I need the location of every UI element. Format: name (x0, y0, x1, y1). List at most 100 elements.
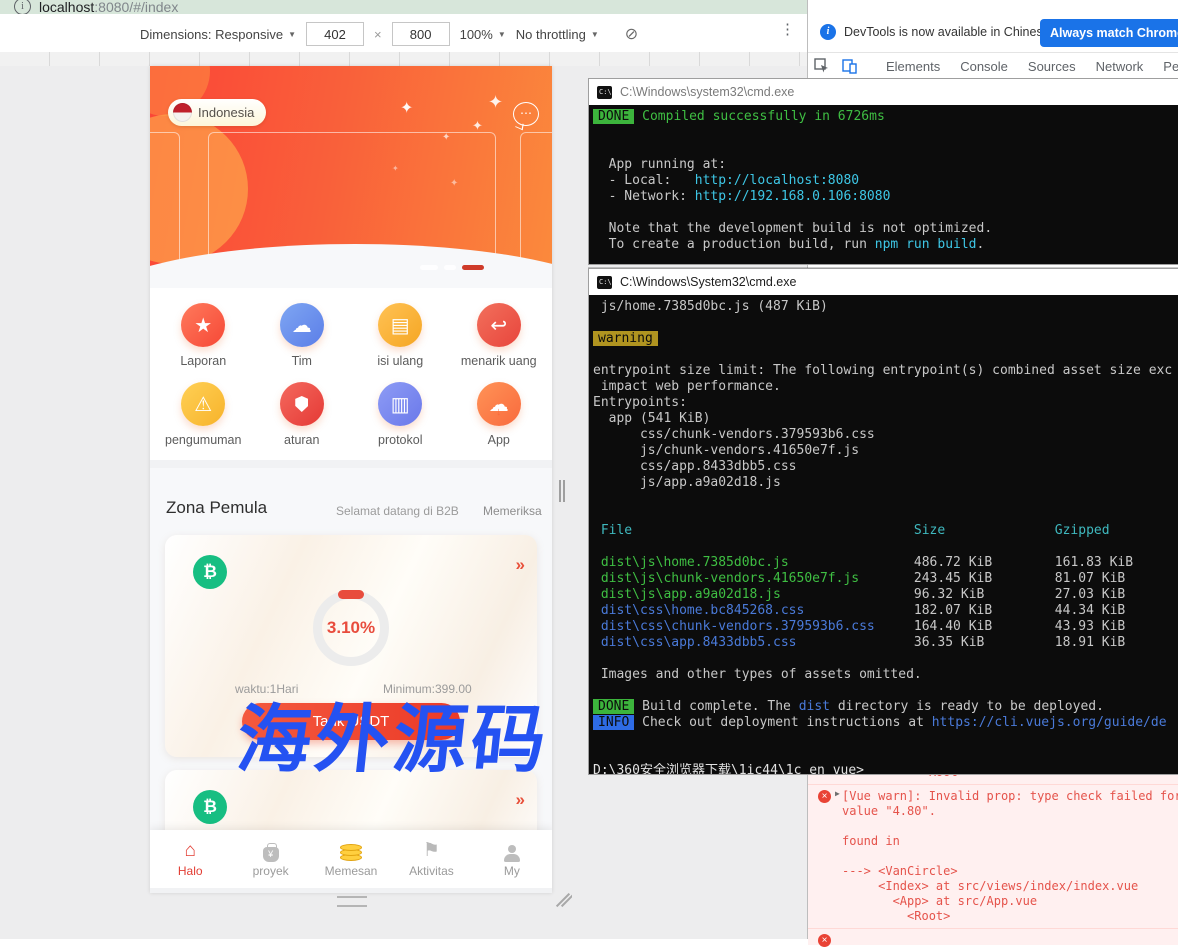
app-header-banner: Indonesia ⋯ ✦✦✦✦✦✦ (150, 66, 552, 288)
console-line (842, 849, 1178, 864)
viewport-drag-handle[interactable] (337, 896, 367, 907)
menu-item-protokol[interactable]: ▥protokol (351, 375, 450, 454)
zoom-dropdown[interactable]: 100% ▼ (460, 27, 506, 42)
menu-item-label: protokol (378, 433, 422, 447)
rate-value: 3.10% (322, 599, 380, 657)
viewport-resize-handle[interactable] (556, 893, 572, 909)
tab-sources[interactable]: Sources (1018, 59, 1086, 74)
sparkle-icon: ✦ (488, 92, 503, 113)
devtools-notification: i DevTools is now available in Chinese! … (808, 14, 1178, 53)
console-error-row: ×▶[Vue warn]: Invalid prop: type check f… (808, 784, 1178, 928)
console-partial-row: × (808, 928, 1178, 945)
terminal-output: DONE Compiled successfully in 6726ms App… (589, 105, 1178, 264)
cmd-window-title: C:\Windows\system32\cmd.exe (620, 85, 794, 99)
nav-underlay (150, 888, 552, 893)
cmd-window-2[interactable]: C:\ C:\Windows\System32\cmd.exe js/home.… (588, 268, 1178, 775)
menu-item-laporan[interactable]: ★Laporan (154, 296, 253, 375)
terminal-output: js/home.7385d0bc.js (487 KiB)warningentr… (589, 295, 1178, 774)
terminal-line: Note that the development build is not o… (593, 221, 1178, 237)
terminal-line: Images and other types of assets omitted… (593, 667, 1178, 683)
terminal-line (593, 539, 1178, 555)
terminal-line: dist\js\home.7385d0bc.js 486.72 KiB 161.… (593, 555, 1178, 571)
chevron-right-icon[interactable]: » (516, 790, 523, 810)
home-icon: ⌂ (184, 840, 195, 862)
zona-header: Zona Pemula Selamat datang di B2B Memeri… (150, 496, 552, 526)
terminal-line (593, 507, 1178, 523)
announcement-warning-icon: ⚠ (181, 382, 225, 426)
viewport-height-input[interactable] (392, 22, 450, 46)
no-throttling-icon: ⊘ (625, 24, 638, 44)
menu-item-aturan[interactable]: aturan (253, 375, 352, 454)
tab-console[interactable]: Console (950, 59, 1018, 74)
nav-item-my[interactable]: My (472, 830, 552, 888)
menu-item-app[interactable]: ☁↓App (450, 375, 549, 454)
menu-item-label: isi ulang (377, 354, 423, 368)
terminal-line: File Size Gzipped (593, 523, 1178, 539)
menu-item-label: pengumuman (165, 433, 241, 447)
cmd-title-bar[interactable]: C:\ C:\Windows\system32\cmd.exe (589, 79, 1178, 105)
carousel-dash[interactable] (420, 265, 438, 270)
viewport-width-input[interactable] (306, 22, 364, 46)
expand-triangle-icon[interactable]: ▶ (835, 789, 840, 798)
menu-item-label: App (488, 433, 510, 447)
menu-item-pengumuman[interactable]: ⚠ pengumuman (154, 375, 253, 454)
terminal-line (593, 731, 1178, 747)
nav-item-aktivitas[interactable]: ⚑Aktivitas (391, 830, 471, 888)
cmd-window-1[interactable]: C:\ C:\Windows\system32\cmd.exe DONE Com… (588, 78, 1178, 265)
notification-text: DevTools is now available in Chinese! (844, 25, 1053, 39)
flag-icon: ⚑ (423, 840, 440, 862)
nav-item-label: Halo (178, 864, 203, 878)
viewport-scrollbar[interactable] (559, 480, 566, 502)
device-toolbar-menu-icon[interactable]: ⋮ (780, 20, 795, 38)
throttling-dropdown[interactable]: No throttling ▼ (516, 27, 599, 42)
coins-icon (340, 840, 362, 862)
menu-item-isi-ulang[interactable]: ▤isi ulang (351, 296, 450, 375)
withdraw-arrow-icon: ↩ (477, 303, 521, 347)
chevron-right-icon[interactable]: » (516, 555, 523, 575)
tab-performance[interactable]: Perf (1153, 59, 1178, 74)
tab-network[interactable]: Network (1086, 59, 1154, 74)
dimensions-dropdown[interactable]: Dimensions: Responsive ▼ (140, 27, 296, 42)
team-cloud-icon: ☁ (280, 303, 324, 347)
cmd-title-bar[interactable]: C:\ C:\Windows\System32\cmd.exe (589, 269, 1178, 295)
terminal-line: app (541 KiB) (593, 411, 1178, 427)
carousel-indicators[interactable] (420, 265, 484, 270)
tab-elements[interactable]: Elements (876, 59, 950, 74)
inspect-element-icon[interactable] (814, 58, 830, 74)
menu-item-label: Tim (292, 354, 312, 368)
language-selector[interactable]: Indonesia (168, 99, 266, 126)
nav-item-halo[interactable]: ⌂ Halo (150, 830, 230, 888)
carousel-dash[interactable] (462, 265, 484, 270)
terminal-line: Entrypoints: (593, 395, 1178, 411)
terminal-line (593, 347, 1178, 363)
terminal-line (593, 491, 1178, 507)
terminal-line: D:\360安全浏览器下载\1ic44\1c_en_vue> (593, 763, 1178, 774)
feature-menu-grid: ★Laporan ☁ Tim ▤isi ulang↩menarik uang ⚠ peng… (150, 288, 552, 460)
carousel-dash[interactable] (444, 265, 456, 270)
browser-address-bar[interactable]: i localhost:8080/#/index (0, 0, 807, 14)
terminal-line: entrypoint size limit: The following ent… (593, 363, 1178, 379)
match-language-button[interactable]: Always match Chrome's la (1040, 19, 1178, 47)
sparkle-icon: ✦ (400, 98, 413, 118)
menu-item-tim[interactable]: ☁ Tim (253, 296, 352, 375)
nav-item-memesan[interactable]: Memesan (311, 830, 391, 888)
terminal-line: INFO Check out deployment instructions a… (593, 715, 1178, 731)
menu-item-menarik-uang[interactable]: ↩menarik uang (450, 296, 549, 375)
terminal-line (593, 125, 1178, 141)
terminal-line (593, 205, 1178, 221)
nav-item-proyek[interactable]: ¥proyek (230, 830, 310, 888)
terminal-line: - Local: http://localhost:8080 (593, 173, 1178, 189)
star-icon: ★ (181, 303, 225, 347)
terminal-line: - Network: http://192.168.0.106:8080 (593, 189, 1178, 205)
customer-service-icon[interactable]: ⋯ (513, 102, 539, 126)
devtools-tab-bar: Elements Console Sources Network Perf (808, 52, 1178, 81)
indonesia-flag-icon (173, 103, 192, 122)
terminal-line (593, 747, 1178, 763)
carousel-slide-left (150, 132, 180, 280)
console-line: <Index> at src/views/index/index.vue (842, 879, 1178, 894)
check-link[interactable]: Memeriksa (483, 504, 542, 518)
console-message-list: <App> at src/App.vue <Root>×▶[Vue warn]:… (808, 745, 1178, 945)
terminal-line (593, 141, 1178, 157)
device-toolbar-toggle-icon[interactable] (842, 58, 858, 74)
site-info-icon[interactable]: i (14, 0, 31, 14)
